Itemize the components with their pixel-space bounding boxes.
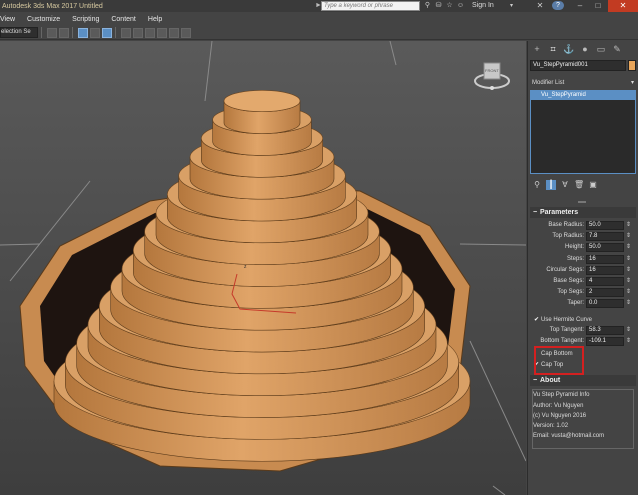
spinner-icon[interactable]: ⇕ [626, 337, 631, 344]
modifier-list-dropdown[interactable]: Modifier List ▾ [530, 78, 636, 89]
search-input[interactable]: Type a keyword or phrase [321, 1, 420, 11]
parameters-rollout-header[interactable]: − Parameters [530, 207, 636, 218]
layer-explorer-icon[interactable] [90, 27, 100, 38]
infocenter-icons: ⚲ ⛁ ☆ ☺ [423, 1, 465, 10]
window-title: Autodesk 3ds Max 2017 Untitled [2, 2, 103, 10]
render-icon[interactable] [169, 27, 179, 38]
svg-text:FRONT: FRONT [485, 68, 499, 73]
stack-item[interactable]: Vu_StepPyramid [531, 91, 635, 100]
spinner-icon[interactable]: ⇕ [626, 299, 631, 306]
menu-bar: View Customize Scripting Content Help [0, 12, 638, 26]
exchange-icon[interactable]: ✕ [532, 0, 548, 12]
spinner-icon[interactable]: ⇕ [626, 266, 631, 273]
menu-scripting[interactable]: Scripting [72, 16, 99, 23]
show-end-result-icon[interactable]: ┃ [546, 180, 556, 190]
hierarchy-tab-icon[interactable]: ⚓ [562, 43, 576, 55]
minimize-button[interactable]: – [572, 0, 588, 12]
object-color-swatch[interactable] [628, 60, 636, 71]
menu-customize[interactable]: Customize [27, 16, 60, 23]
spinner-icon[interactable]: ⇕ [626, 288, 631, 295]
about-line: Email: vusta@hotmail.com [533, 433, 605, 439]
selection-set-dropdown[interactable]: election Se [0, 27, 38, 38]
sign-in-dropdown-icon[interactable]: ▾ [510, 2, 513, 9]
spinner-icon[interactable]: ⇕ [626, 277, 631, 284]
menu-view[interactable]: View [0, 16, 15, 23]
chevron-down-icon: ▾ [630, 80, 634, 86]
use-hermite-checkbox[interactable]: ✔ Use Hermite Curve [534, 316, 592, 325]
spinner-icon[interactable]: ⇕ [626, 255, 631, 262]
param-field-taper[interactable]: Taper: 0.0 ⇕ [530, 299, 636, 309]
star-icon[interactable]: ☆ [445, 1, 454, 10]
about-line: Version: 1.02 [533, 423, 569, 429]
menu-help[interactable]: Help [148, 16, 162, 23]
parameters-title: Parameters [540, 209, 579, 216]
param-field-topradius[interactable]: Top Radius: 7.8 ⇕ [530, 232, 636, 242]
subscription-icon[interactable]: ⛁ [434, 1, 443, 10]
step-pyramid-render: z FRONT [0, 41, 526, 495]
param-field-topsegs[interactable]: Top Segs: 2 ⇕ [530, 288, 636, 298]
make-unique-icon[interactable]: ∀ [560, 180, 570, 190]
use-hermite-label: Use Hermite Curve [541, 317, 593, 323]
param-field-height[interactable]: Height: 50.0 ⇕ [530, 243, 636, 253]
curve-editor-icon[interactable] [121, 27, 131, 38]
display-tab-icon[interactable]: ▭ [594, 43, 608, 55]
binoculars-icon[interactable]: ⚲ [423, 1, 432, 10]
about-line: Author: Vu Nguyen [533, 403, 584, 409]
about-title: About [540, 377, 561, 384]
remove-modifier-icon[interactable]: 🗑 [574, 180, 584, 190]
render-setup-icon[interactable] [157, 27, 167, 38]
modifier-list-label: Modifier List [532, 80, 565, 86]
command-panel: + ⌗ ⚓ ● ▭ ✎ Vu_StepPyramid001 Modifier L… [527, 41, 638, 495]
param-field-basesegs[interactable]: Base Segs: 4 ⇕ [530, 277, 636, 287]
command-panel-tabs: + ⌗ ⚓ ● ▭ ✎ [528, 41, 638, 57]
sign-in-link[interactable]: Sign In [472, 2, 494, 9]
about-group [532, 389, 634, 449]
top-tangent-field[interactable]: Top Tangent: 58.3 ⇕ [530, 326, 636, 336]
schematic-view-icon[interactable] [133, 27, 143, 38]
main-toolbar: election Se [0, 26, 638, 40]
configure-sets-icon[interactable]: ▣ [588, 180, 598, 190]
spinner-icon[interactable]: ⇕ [626, 243, 631, 250]
object-name-field[interactable]: Vu_StepPyramid001 [530, 60, 626, 71]
utilities-tab-icon[interactable]: ✎ [610, 43, 624, 55]
material-editor-icon[interactable] [145, 27, 155, 38]
spinner-icon[interactable]: ⇕ [626, 221, 631, 228]
stack-buttons: ⚲ ┃ ∀ 🗑 ▣ [532, 180, 598, 190]
pyramid-step-top [223, 90, 301, 112]
splitter[interactable] [578, 201, 586, 203]
highlight-box [534, 346, 584, 375]
ribbon-icon[interactable] [102, 27, 112, 38]
param-field-baseradius[interactable]: Base Radius: 50.0 ⇕ [530, 221, 636, 231]
title-bar: Autodesk 3ds Max 2017 Untitled ► Type a … [0, 0, 638, 12]
user-icon[interactable]: ☺ [456, 1, 465, 10]
param-field-steps[interactable]: Steps: 16 ⇕ [530, 254, 636, 265]
pin-stack-icon[interactable]: ⚲ [532, 180, 542, 190]
perspective-viewport[interactable]: z FRONT [0, 41, 526, 495]
spinner-icon[interactable]: ⇕ [626, 232, 631, 239]
layers-icon[interactable] [59, 27, 69, 38]
about-rollout-header[interactable]: − About [530, 375, 636, 386]
about-line: (c) Vu Nguyen 2016 [533, 413, 587, 419]
rendered-frame-icon[interactable] [181, 27, 191, 38]
align-icon[interactable] [47, 27, 57, 38]
help-button[interactable]: ? [552, 1, 564, 10]
maximize-button[interactable]: □ [590, 0, 606, 12]
create-tab-icon[interactable]: + [530, 43, 544, 55]
spinner-icon[interactable]: ⇕ [626, 326, 631, 333]
scene-explorer-icon[interactable] [78, 27, 88, 38]
param-field-circularsegs[interactable]: Circular Segs: 16 ⇕ [530, 265, 636, 276]
modify-tab-icon[interactable]: ⌗ [546, 43, 560, 55]
menu-content[interactable]: Content [111, 16, 136, 23]
about-line: Vu Step Pyramid Info [533, 392, 590, 398]
modifier-stack[interactable]: Vu_StepPyramid [530, 90, 636, 174]
motion-tab-icon[interactable]: ● [578, 43, 592, 55]
close-button[interactable]: ✕ [608, 0, 638, 12]
